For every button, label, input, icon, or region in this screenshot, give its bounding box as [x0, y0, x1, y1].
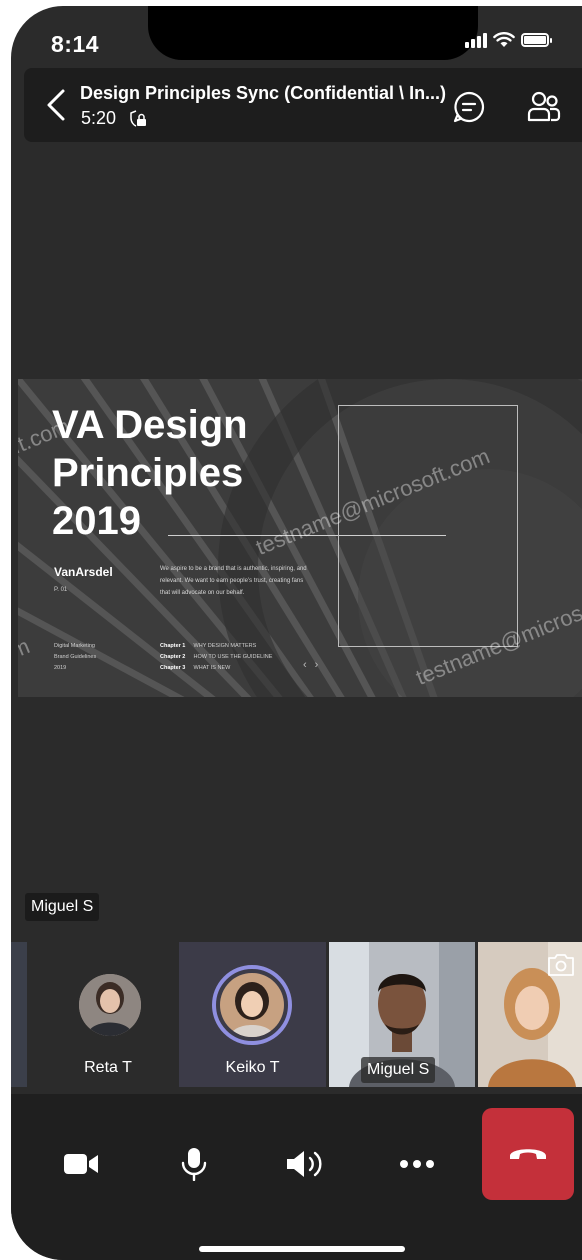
microphone-toggle-button[interactable] — [174, 1144, 214, 1184]
meeting-header: Design Principles Sync (Confidential \ I… — [24, 68, 582, 142]
wifi-icon — [493, 32, 515, 47]
slide-footer-left: Digital Marketing Brand Guidelines 2019 — [54, 641, 96, 674]
call-controls-bar — [11, 1094, 582, 1260]
meeting-title[interactable]: Design Principles Sync (Confidential \ I… — [80, 83, 446, 104]
chapter-list: Chapter 1 WHY DESIGN MATTERS Chapter 2 H… — [160, 641, 272, 674]
slide-page-number: P. 01 — [54, 587, 68, 593]
call-duration: 5:20 — [81, 108, 117, 128]
status-icons — [465, 32, 552, 48]
chapter-item: Chapter 2 HOW TO USE THE GUIDELINE — [160, 652, 272, 663]
participant-name: Reta T — [84, 1059, 132, 1076]
home-indicator[interactable] — [199, 1246, 405, 1252]
end-call-button[interactable] — [482, 1108, 574, 1200]
chat-icon[interactable] — [452, 90, 486, 124]
sensitivity-lock-icon — [130, 109, 147, 127]
chapter-text: WHAT IS NEW — [193, 665, 231, 671]
avatar — [212, 965, 292, 1045]
back-arrow-icon[interactable] — [44, 88, 68, 122]
active-speaker-label: Miguel S — [25, 893, 100, 921]
switch-camera-icon[interactable] — [546, 952, 576, 978]
slide-nav-arrows: ‹› — [303, 659, 327, 671]
participant-tile-self[interactable] — [478, 942, 582, 1087]
meeting-screen: 8:14 Design Principles Sync (Confidentia… — [11, 6, 582, 1260]
footer-line: Brand Guidelines — [54, 654, 97, 660]
notch — [148, 6, 478, 60]
chapter-label: Chapter 1 — [160, 643, 186, 649]
chapter-label: Chapter 3 — [160, 665, 186, 671]
footer-line: 2019 — [54, 665, 67, 671]
participants-icon[interactable] — [526, 90, 562, 126]
battery-icon — [521, 33, 552, 47]
footer-line: Digital Marketing — [54, 643, 95, 649]
speaker-toggle-button[interactable] — [285, 1144, 325, 1184]
hang-up-icon — [510, 1149, 546, 1159]
slide-title: VA Design Principles 2019 — [52, 403, 248, 543]
meeting-subtitle: 5:20 — [81, 108, 148, 129]
participant-tile-reta[interactable]: Reta T — [33, 942, 183, 1087]
more-options-button[interactable] — [397, 1144, 437, 1184]
brand-logo: VanArsdel — [54, 565, 113, 579]
chapter-text: WHY DESIGN MATTERS — [193, 643, 257, 649]
chapter-item: Chapter 3 WHAT IS NEW — [160, 663, 272, 674]
participant-tile-miguel[interactable]: Miguel S — [329, 942, 475, 1087]
status-time: 8:14 — [51, 31, 100, 57]
participant-name: Miguel S — [361, 1057, 436, 1083]
speaker-volume-icon — [287, 1151, 322, 1177]
cellular-signal-icon — [465, 32, 487, 48]
shared-presentation[interactable]: VA Design Principles 2019 VanArsdel P. 0… — [18, 379, 582, 697]
slide-paragraph: We aspire to be a brand that is authenti… — [160, 566, 307, 596]
avatar — [79, 974, 141, 1036]
microphone-icon — [181, 1148, 207, 1181]
participant-tile-keiko[interactable]: Keiko T — [179, 942, 326, 1087]
slide-frame — [338, 405, 518, 647]
chapter-label: Chapter 2 — [160, 654, 186, 660]
chapter-item: Chapter 1 WHY DESIGN MATTERS — [160, 641, 272, 652]
phone: 8:14 Design Principles Sync (Confidentia… — [0, 0, 582, 1260]
participant-name: Keiko T — [225, 1059, 280, 1076]
more-dots-icon — [400, 1160, 434, 1168]
camera-toggle-button[interactable] — [61, 1144, 101, 1184]
video-camera-icon — [64, 1154, 98, 1174]
participant-tile-partial[interactable] — [11, 942, 27, 1087]
chapter-text: HOW TO USE THE GUIDELINE — [193, 654, 273, 660]
